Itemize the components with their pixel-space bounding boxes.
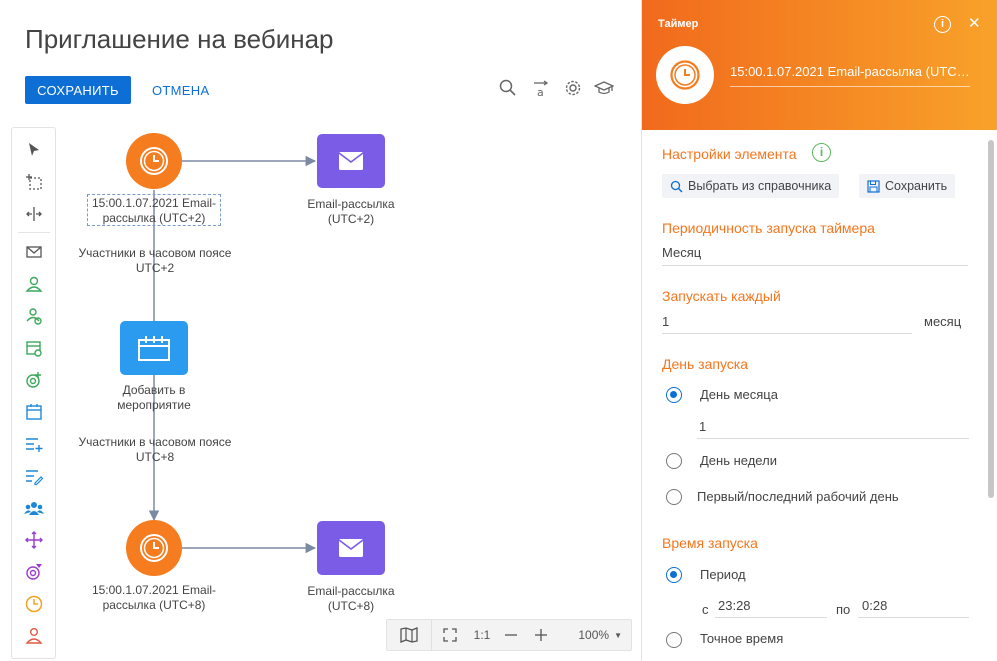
map-icon[interactable] bbox=[387, 619, 431, 651]
email-icon bbox=[338, 539, 364, 557]
timer-icon bbox=[140, 147, 168, 175]
element-name-field[interactable]: 15:00.1.07.2021 Email-рассылка (UTC+2) bbox=[730, 64, 970, 79]
timer-node-1[interactable] bbox=[126, 133, 182, 189]
list-edit-icon[interactable] bbox=[22, 464, 46, 488]
group-icon[interactable] bbox=[22, 496, 46, 520]
element-palette bbox=[11, 127, 56, 659]
page-title: Приглашение на вебинар bbox=[25, 24, 334, 54]
from-label: с bbox=[702, 602, 709, 617]
run-every-underline bbox=[662, 333, 912, 334]
element-name-underline bbox=[730, 86, 970, 87]
svg-text:a: a bbox=[537, 86, 544, 98]
workday-label: Первый/последний рабочий день bbox=[697, 489, 899, 504]
calendar-icon bbox=[138, 336, 170, 361]
exact-time-radio[interactable] bbox=[666, 632, 682, 648]
zoom-in-icon[interactable] bbox=[526, 619, 556, 651]
day-of-month-label: День месяца bbox=[700, 387, 778, 402]
start-day-label: День запуска bbox=[662, 356, 749, 372]
workday-radio[interactable] bbox=[666, 489, 682, 505]
save-element-button[interactable]: Сохранить bbox=[859, 174, 956, 198]
day-of-week-radio[interactable] bbox=[666, 453, 682, 469]
process-canvas[interactable]: 15:00.1.07.2021 Email-рассылка (UTC+2) E… bbox=[60, 120, 640, 661]
info-icon[interactable]: i bbox=[812, 143, 831, 162]
lane-2-label: Участники в часовом поясе UTC+8 bbox=[78, 435, 232, 464]
zoom-level-select[interactable]: 100% ▼ bbox=[556, 619, 626, 651]
target-add-icon[interactable] bbox=[22, 368, 46, 392]
save-element-label: Сохранить bbox=[885, 179, 948, 193]
panel-header-title: Таймер bbox=[658, 18, 699, 30]
select-from-lookup-label: Выбрать из справочника bbox=[688, 179, 832, 193]
list-add-icon[interactable] bbox=[22, 432, 46, 456]
settings-title: Настройки элемента bbox=[662, 146, 797, 162]
add-to-event-node[interactable] bbox=[120, 321, 188, 375]
timer-icon bbox=[670, 60, 700, 90]
day-of-month-radio[interactable] bbox=[666, 387, 682, 403]
email-icon[interactable] bbox=[22, 240, 46, 264]
email-node-2[interactable] bbox=[317, 521, 385, 575]
email-node-1[interactable] bbox=[317, 134, 385, 188]
graduation-cap-icon[interactable] bbox=[593, 78, 615, 98]
from-time-underline bbox=[715, 617, 827, 618]
day-of-week-label: День недели bbox=[700, 453, 777, 468]
gear-icon[interactable] bbox=[563, 78, 583, 98]
day-of-month-input[interactable]: 1 bbox=[699, 419, 706, 434]
timer-node-1-label: 15:00.1.07.2021 Email-рассылка (UTC+2) bbox=[91, 196, 217, 225]
panel-header: Таймер i ✕ 15:00.1.07.2021 Email-рассылк… bbox=[642, 0, 997, 130]
timer-node-2[interactable] bbox=[126, 520, 182, 576]
target-filter-icon[interactable] bbox=[22, 560, 46, 584]
timer-node-2-label: 15:00.1.07.2021 Email-рассылка (UTC+8) bbox=[91, 583, 217, 612]
period-radio[interactable] bbox=[666, 567, 682, 583]
close-icon[interactable]: ✕ bbox=[968, 14, 981, 32]
frequency-underline bbox=[662, 265, 968, 266]
add-to-event-label: Добавить в мероприятие bbox=[117, 383, 191, 412]
process-designer: Приглашение на вебинар СОХРАНИТЬ ОТМЕНА … bbox=[0, 0, 997, 661]
chevron-down-icon: ▼ bbox=[614, 630, 622, 640]
email-node-2-label: Email-рассылка (UTC+8) bbox=[307, 584, 395, 613]
contact-group-icon[interactable] bbox=[22, 304, 46, 328]
fit-screen-icon[interactable] bbox=[432, 619, 468, 651]
run-every-input[interactable]: 1 bbox=[662, 314, 669, 329]
zoom-toolbar: 1:1 100% ▼ bbox=[386, 619, 632, 651]
actual-size-button[interactable]: 1:1 bbox=[468, 619, 496, 651]
lane-1-label: Участники в часовом поясе UTC+2 bbox=[78, 246, 232, 275]
period-label: Период bbox=[700, 567, 746, 582]
frequency-label: Периодичность запуска таймера bbox=[662, 220, 875, 236]
run-every-unit: месяц bbox=[924, 314, 962, 329]
distribute-icon[interactable] bbox=[22, 202, 46, 226]
day-of-month-underline bbox=[697, 438, 969, 439]
zoom-out-icon[interactable] bbox=[496, 619, 526, 651]
from-time-input[interactable]: 23:28 bbox=[718, 598, 751, 613]
text-format-icon[interactable]: a bbox=[531, 78, 551, 99]
email-icon bbox=[338, 152, 364, 170]
zoom-level-value: 100% bbox=[578, 628, 610, 642]
exact-time-label: Точное время bbox=[700, 631, 784, 646]
timer-avatar bbox=[656, 46, 714, 104]
to-time-input[interactable]: 0:28 bbox=[862, 598, 887, 613]
to-time-underline bbox=[858, 617, 969, 618]
calendar-icon[interactable] bbox=[22, 400, 46, 424]
timer-icon bbox=[140, 534, 168, 562]
palette-divider bbox=[18, 232, 50, 233]
save-button[interactable]: СОХРАНИТЬ bbox=[25, 76, 131, 104]
timer-icon[interactable] bbox=[22, 592, 46, 616]
pointer-icon[interactable] bbox=[22, 138, 46, 162]
element-properties-panel: Таймер i ✕ 15:00.1.07.2021 Email-рассылк… bbox=[641, 0, 997, 661]
start-time-label: Время запуска bbox=[662, 535, 758, 551]
area-select-icon[interactable] bbox=[22, 170, 46, 194]
calendar-contact-icon[interactable] bbox=[22, 336, 46, 360]
run-every-label: Запускать каждый bbox=[662, 288, 781, 304]
info-icon[interactable]: i bbox=[934, 16, 951, 33]
floppy-icon bbox=[867, 179, 880, 193]
select-from-lookup-button[interactable]: Выбрать из справочника bbox=[662, 174, 840, 198]
frequency-select[interactable]: Месяц bbox=[662, 245, 701, 260]
contact-remove-icon[interactable] bbox=[22, 624, 46, 648]
email-node-1-label: Email-рассылка (UTC+2) bbox=[307, 197, 395, 226]
move-icon[interactable] bbox=[22, 528, 46, 552]
search-icon[interactable] bbox=[498, 78, 518, 98]
search-icon bbox=[670, 180, 683, 192]
contact-icon[interactable] bbox=[22, 272, 46, 296]
cancel-button[interactable]: ОТМЕНА bbox=[152, 83, 209, 98]
to-label: по bbox=[836, 602, 851, 617]
panel-scrollbar[interactable] bbox=[988, 140, 994, 498]
